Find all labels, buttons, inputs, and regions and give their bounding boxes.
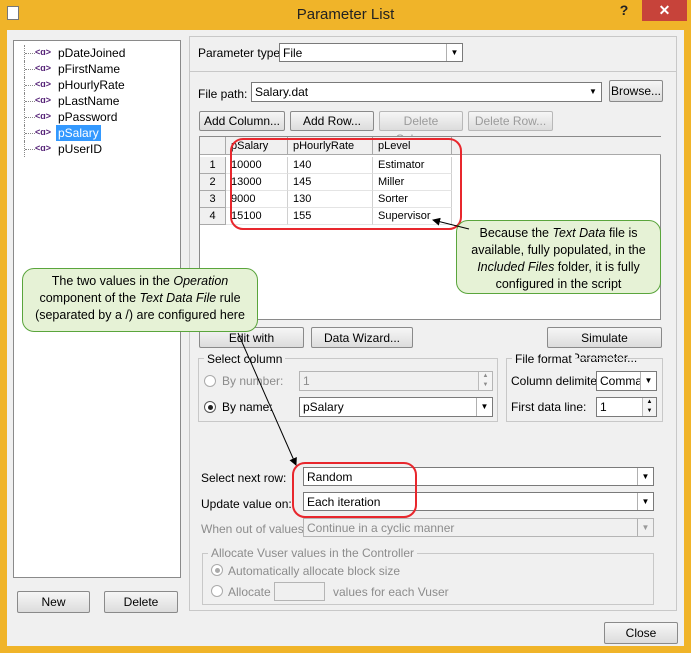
first-data-line-label: First data line: xyxy=(511,400,587,414)
tree-item-label: pSalary xyxy=(56,125,101,141)
tree-item-label: pPassword xyxy=(58,110,118,124)
grid-corner xyxy=(200,137,226,155)
manual-allocate-label: Allocate xyxy=(228,585,271,599)
window-title: Parameter List xyxy=(296,6,395,23)
select-column-title: Select column xyxy=(204,352,286,366)
update-value-on-label: Update value on: xyxy=(201,497,292,511)
by-number-field[interactable]: 1 ▲ ▼ xyxy=(299,371,493,391)
column-delimiter-select[interactable]: Comma ▼ xyxy=(596,371,657,391)
chevron-down-icon: ▼ xyxy=(476,398,492,416)
chevron-down-icon: ▼ xyxy=(637,519,653,536)
allocate-title: Allocate Vuser values in the Controller xyxy=(208,546,417,560)
tree-item-label: pFirstName xyxy=(58,62,121,76)
column-delimiter-label: Column delimiter: xyxy=(511,374,605,388)
column-delimiter-value: Comma xyxy=(600,374,643,388)
by-number-radio[interactable] xyxy=(204,375,216,387)
tree-item-puserid[interactable]: <ɑ> pUserID xyxy=(14,141,180,157)
parameter-list-window: Parameter List ? ✕ <ɑ> pDateJoined <ɑ> pFir… xyxy=(0,0,691,653)
chevron-down-icon: ▼ xyxy=(585,83,601,101)
file-path-value: Salary.dat xyxy=(255,85,309,99)
tree-item-label: pUserID xyxy=(58,142,103,156)
tree-item-pfirstname[interactable]: <ɑ> pFirstName xyxy=(14,61,180,77)
when-out-of-values-select[interactable]: Continue in a cyclic manner ▼ xyxy=(303,518,654,537)
close-button[interactable]: Close xyxy=(604,622,678,644)
row-header[interactable]: 1 xyxy=(200,157,226,174)
file-format-title: File format xyxy=(512,352,575,366)
by-number-label: By number: xyxy=(222,374,284,388)
row-header[interactable]: 2 xyxy=(200,174,226,191)
delete-button[interactable]: Delete xyxy=(104,591,178,613)
by-number-value: 1 xyxy=(303,374,310,388)
when-out-of-values-label: When out of values: xyxy=(201,522,308,536)
simulate-parameter-button[interactable]: Simulate Parameter... xyxy=(547,327,662,365)
manual-allocate-suffix: values for each Vuser xyxy=(333,585,449,599)
spinner-arrows-icon[interactable]: ▲ ▼ xyxy=(642,398,656,416)
by-name-select[interactable]: pSalary ▼ xyxy=(299,397,493,417)
table-highlight xyxy=(230,138,462,230)
help-button[interactable]: ? xyxy=(614,2,634,22)
chevron-down-icon: ▼ xyxy=(640,372,656,390)
window-close-button[interactable]: ✕ xyxy=(642,0,687,21)
add-column-button[interactable]: Add Column... xyxy=(199,111,285,131)
file-path-label: File path: xyxy=(198,87,248,101)
browse-button[interactable]: Browse... xyxy=(609,80,663,102)
parameter-icon: <ɑ> xyxy=(35,47,52,57)
param-type-select[interactable]: File ▼ xyxy=(279,43,463,62)
parameter-icon: <ɑ> xyxy=(35,79,52,89)
tree-item-plastname[interactable]: <ɑ> pLastName xyxy=(14,93,180,109)
tree-item-phourlyrate[interactable]: <ɑ> pHourlyRate xyxy=(14,77,180,93)
parameter-icon: <ɑ> xyxy=(35,63,52,73)
operation-callout: The two values in the Operation componen… xyxy=(22,268,258,332)
param-type-label: Parameter type: xyxy=(198,46,284,60)
tree-item-psalary[interactable]: <ɑ> pSalary xyxy=(14,125,180,141)
first-data-line-value: 1 xyxy=(600,400,607,414)
param-type-value: File xyxy=(283,46,303,60)
spinner-arrows-icon[interactable]: ▲ ▼ xyxy=(478,372,492,390)
data-wizard-button[interactable]: Data Wizard... xyxy=(311,327,413,348)
first-data-line-field[interactable]: 1 ▲ ▼ xyxy=(596,397,657,417)
text-data-callout: Because the Text Data file is available,… xyxy=(456,220,661,294)
tree-item-ppassword[interactable]: <ɑ> pPassword xyxy=(14,109,180,125)
delete-column-button[interactable]: Delete Column... xyxy=(379,111,463,146)
when-out-of-values-value: Continue in a cyclic manner xyxy=(307,521,455,535)
parameter-icon: <ɑ> xyxy=(35,111,52,121)
by-name-radio[interactable] xyxy=(204,401,216,413)
tree-item-label: pHourlyRate xyxy=(58,78,125,92)
tree-item-label: pDateJoined xyxy=(58,46,126,60)
tree-item-pdatejoined[interactable]: <ɑ> pDateJoined xyxy=(14,45,180,61)
chevron-down-icon: ▼ xyxy=(637,468,653,485)
auto-allocate-label: Automatically allocate block size xyxy=(228,564,401,578)
parameter-icon: <ɑ> xyxy=(35,127,52,137)
chevron-down-icon: ▼ xyxy=(446,44,462,61)
file-path-combo[interactable]: Salary.dat ▼ xyxy=(251,82,602,102)
row-header[interactable]: 3 xyxy=(200,191,226,208)
chevron-down-icon: ▼ xyxy=(637,493,653,510)
row-settings-highlight xyxy=(292,462,417,518)
delete-row-button[interactable]: Delete Row... xyxy=(468,111,553,131)
block-size-field[interactable] xyxy=(274,582,325,601)
manual-allocate-radio[interactable] xyxy=(211,585,223,597)
parameter-icon: <ɑ> xyxy=(35,143,52,153)
row-header[interactable]: 4 xyxy=(200,208,226,225)
select-next-row-label: Select next row: xyxy=(201,471,287,485)
by-name-value: pSalary xyxy=(303,400,344,414)
tree-item-label: pLastName xyxy=(58,94,120,108)
auto-allocate-radio[interactable] xyxy=(211,564,223,576)
add-row-button[interactable]: Add Row... xyxy=(290,111,374,131)
parameter-icon: <ɑ> xyxy=(35,95,52,105)
by-name-label: By name: xyxy=(222,400,273,414)
new-button[interactable]: New xyxy=(17,591,90,613)
